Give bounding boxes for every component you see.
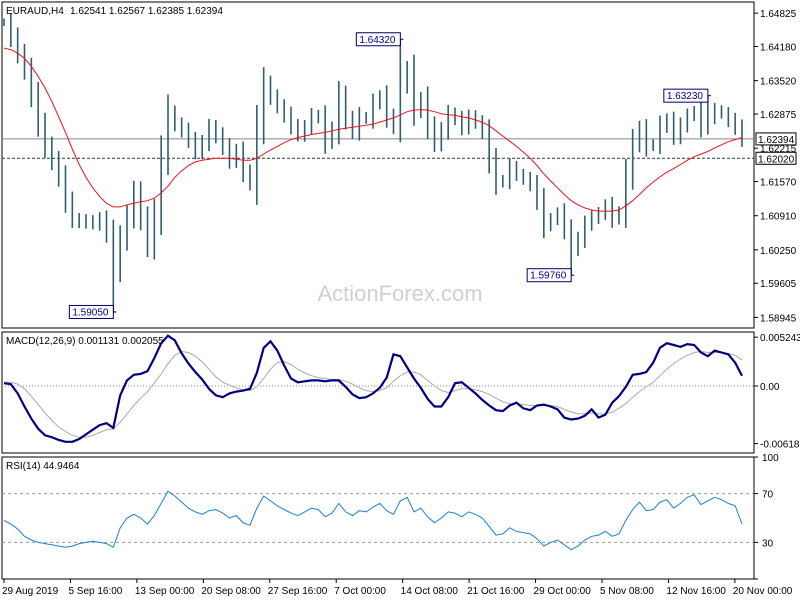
- macd-y-tick-label: 0.00: [760, 382, 780, 393]
- price-y-tick-label: 1.59605: [760, 279, 797, 290]
- rsi-panel-frame: [1, 456, 755, 580]
- price-y-tick-label: 1.58945: [760, 313, 797, 324]
- macd-label: MACD(12,26,9) 0.001131 0.002055: [6, 336, 164, 347]
- ohlc-values: 1.62541 1.62567 1.62385 1.62394: [70, 6, 223, 17]
- x-tick-label: 5 Sep 16:00: [68, 586, 122, 597]
- x-tick-label: 13 Sep 00:00: [135, 586, 195, 597]
- price-panel-frame: [1, 1, 755, 329]
- price-y-tick-label: 1.60910: [760, 212, 797, 223]
- annotation-label: 1.59760: [530, 271, 567, 282]
- price-y-tick-label: 1.63520: [760, 77, 797, 88]
- x-tick-label: 27 Sep 16:00: [268, 586, 328, 597]
- rsi-y-tick-label: 70: [762, 490, 774, 501]
- forex-chart: ActionForex.com 1.64320 1.63230 1.59050 1.5…: [0, 0, 800, 600]
- rsi-panel: 100 70 30 RSI(14) 44.9464: [1, 453, 779, 580]
- price-y-tick-label: 1.64825: [760, 9, 797, 20]
- rsi-y-tick-label: 100: [762, 453, 779, 464]
- annotation-label: 1.59050: [72, 307, 109, 318]
- rsi-label: RSI(14) 44.9464: [6, 461, 80, 472]
- x-tick-label: 5 Nov 08:00: [600, 586, 654, 597]
- x-tick-label: 20 Nov 00:00: [733, 586, 793, 597]
- dashed-level-label: 1.62020: [758, 154, 795, 165]
- rsi-y-tick-label: 30: [762, 538, 774, 549]
- macd-panel-frame: [1, 331, 755, 454]
- macd-y-tick-label: 0.005243: [760, 333, 800, 344]
- price-y-tick-label: 1.61570: [760, 178, 797, 189]
- x-tick-label: 20 Sep 08:00: [201, 586, 261, 597]
- x-tick-label: 12 Nov 16:00: [666, 586, 726, 597]
- x-tick-label: 14 Oct 08:00: [401, 586, 459, 597]
- macd-panel: 0.005243 0.00 -0.006186 MACD(12,26,9) 0.00…: [1, 331, 800, 454]
- price-y-tick-label: 1.64180: [760, 43, 797, 54]
- annotation-label: 1.64320: [359, 35, 396, 46]
- symbol-label: EURAUD,H4: [6, 6, 64, 17]
- price-y-tick-label: 1.62875: [760, 110, 797, 121]
- x-tick-label: 29 Aug 2019: [2, 586, 59, 597]
- price-panel: ActionForex.com 1.64320 1.63230 1.59050 1.5…: [1, 1, 797, 329]
- watermark: ActionForex.com: [317, 281, 482, 306]
- x-tick-label: 7 Oct 00:00: [334, 586, 386, 597]
- x-tick-label: 29 Oct 00:00: [534, 586, 592, 597]
- macd-y-tick-label: -0.006186: [760, 440, 800, 451]
- annotation-label: 1.63230: [667, 91, 704, 102]
- current-price-label: 1.62394: [758, 135, 795, 146]
- price-y-tick-label: 1.60250: [760, 246, 797, 257]
- x-tick-label: 21 Oct 16:00: [467, 586, 525, 597]
